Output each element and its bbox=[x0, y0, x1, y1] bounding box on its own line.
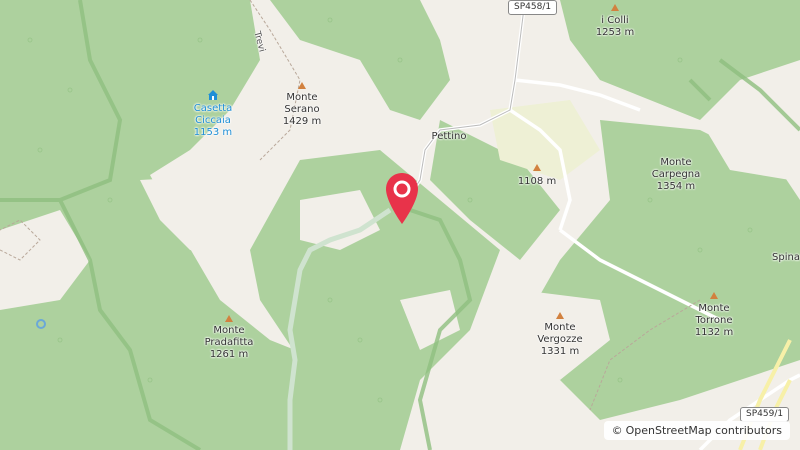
peak-monte-carpegna-label[interactable]: Monte Carpegna 1354 m bbox=[652, 157, 701, 193]
hut-casetta-ciccaia-label[interactable]: Casetta Ciccaia 1153 m bbox=[194, 103, 232, 139]
peak-monte-pradafitta-label[interactable]: Monte Pradafitta 1261 m bbox=[205, 325, 254, 361]
attribution-box: © OpenStreetMap contributors bbox=[603, 421, 790, 440]
road-shield-sp459: SP459/1 bbox=[740, 407, 790, 422]
location-pin-icon[interactable] bbox=[385, 172, 419, 226]
peak-monte-serano-label[interactable]: Monte Serano 1429 m bbox=[283, 92, 321, 128]
peak-i-colli-label[interactable]: i Colli 1253 m bbox=[596, 15, 634, 39]
copyright-icon: © bbox=[611, 424, 623, 437]
viewpoint-icon bbox=[36, 319, 46, 329]
map-canvas[interactable]: Monte Serano 1429 m i Colli 1253 m Monte… bbox=[0, 0, 800, 450]
peak-icon bbox=[533, 164, 541, 171]
peak-monte-torrone-label[interactable]: Monte Torrone 1132 m bbox=[695, 303, 733, 339]
peak-1108-label[interactable]: 1108 m bbox=[518, 176, 556, 188]
peak-icon bbox=[710, 292, 718, 299]
peak-icon bbox=[611, 4, 619, 11]
peak-icon bbox=[556, 312, 564, 319]
peak-icon bbox=[298, 82, 306, 89]
peak-icon bbox=[225, 315, 233, 322]
place-spina-label[interactable]: Spina bbox=[772, 252, 800, 264]
shelter-hut-icon bbox=[208, 90, 218, 100]
place-pettino-label[interactable]: Pettino bbox=[432, 131, 467, 143]
peak-monte-vergozze-label[interactable]: Monte Vergozze 1331 m bbox=[537, 322, 582, 358]
attribution-link[interactable]: OpenStreetMap contributors bbox=[626, 424, 782, 437]
road-shield-sp458: SP458/1 bbox=[508, 0, 558, 15]
